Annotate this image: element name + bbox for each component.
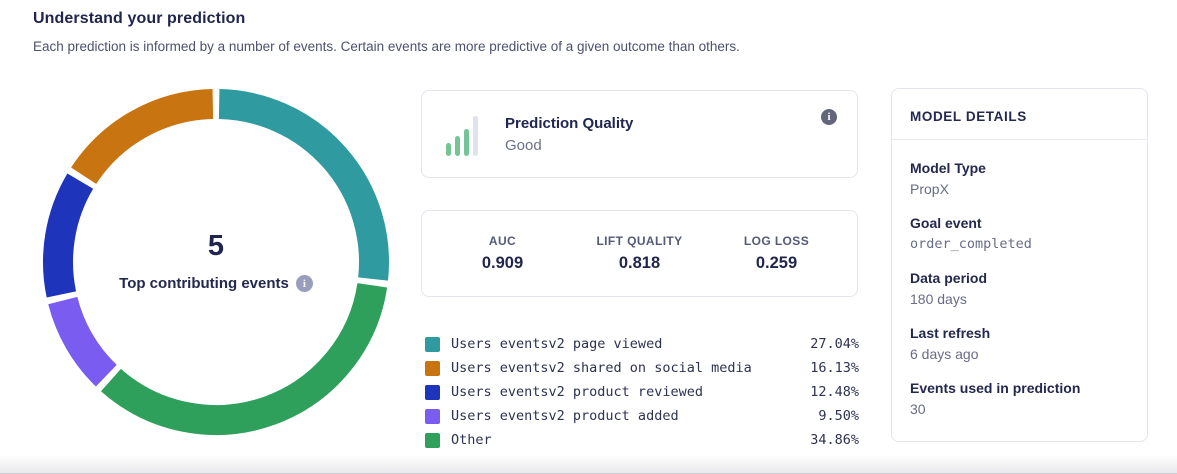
field-value: 30 [910, 401, 1129, 417]
top-contributing-events-donut-chart[interactable]: 5 Top contributing events i [40, 86, 392, 438]
legend-swatch [425, 409, 440, 424]
field-value: 180 days [910, 291, 1129, 307]
chart-legend: Users eventsv2 page viewed 27.04% Users … [421, 332, 859, 452]
legend-value: 16.13% [810, 360, 859, 376]
metric-label: AUC [434, 234, 571, 248]
field-value: order_completed [910, 236, 1129, 252]
legend-value: 12.48% [810, 384, 859, 400]
legend-label: Users eventsv2 shared on social media [451, 360, 810, 376]
field-label: Last refresh [910, 325, 1129, 341]
legend-item-product-added: Users eventsv2 product added 9.50% [421, 404, 859, 428]
field-label: Events used in prediction [910, 380, 1129, 396]
legend-label: Users eventsv2 product reviewed [451, 384, 810, 400]
donut-chart-svg[interactable] [40, 86, 392, 438]
field-model-type: Model Type PropX [910, 160, 1129, 197]
field-label: Model Type [910, 160, 1129, 176]
prediction-quality-value: Good [505, 137, 821, 154]
model-details-panel: MODEL DETAILS Model Type PropX Goal even… [891, 88, 1148, 442]
legend-swatch [425, 361, 440, 376]
legend-item-product-reviewed: Users eventsv2 product reviewed 12.48% [421, 380, 859, 404]
donut-segment[interactable] [84, 104, 213, 176]
info-icon[interactable]: i [821, 109, 837, 125]
legend-item-page-viewed: Users eventsv2 page viewed 27.04% [421, 332, 859, 356]
legend-label: Users eventsv2 product added [451, 408, 810, 424]
prediction-quality-text: Prediction Quality Good [505, 115, 821, 154]
field-label: Goal event [910, 215, 1129, 231]
legend-label: Users eventsv2 page viewed [451, 336, 810, 352]
field-value: 6 days ago [910, 346, 1129, 362]
donut-segment[interactable] [63, 301, 107, 376]
legend-value: 27.04% [810, 336, 859, 352]
metric-auc: AUC 0.909 [434, 234, 571, 273]
metric-value: 0.909 [434, 254, 571, 273]
donut-segment[interactable] [58, 181, 80, 294]
metric-lift-quality: LIFT QUALITY 0.818 [571, 234, 708, 273]
metric-value: 0.818 [571, 254, 708, 273]
legend-label: Other [451, 432, 810, 448]
page-subtitle: Each prediction is informed by a number … [33, 39, 740, 54]
prediction-dashboard: Understand your prediction Each predicti… [0, 0, 1177, 474]
page-title: Understand your prediction [33, 10, 740, 28]
model-details-body: Model Type PropX Goal event order_comple… [892, 140, 1147, 437]
legend-item-shared-on-social-media: Users eventsv2 shared on social media 16… [421, 356, 859, 380]
field-label: Data period [910, 270, 1129, 286]
donut-segment[interactable] [219, 104, 374, 279]
field-last-refresh: Last refresh 6 days ago [910, 325, 1129, 362]
bar-chart-icon [446, 112, 480, 156]
legend-item-other: Other 34.86% [421, 428, 859, 452]
metric-label: LOG LOSS [708, 234, 845, 248]
field-events-used: Events used in prediction 30 [910, 380, 1129, 417]
model-details-header: MODEL DETAILS [892, 89, 1147, 140]
bottom-fade-divider [0, 455, 1177, 474]
legend-value: 34.86% [810, 432, 859, 448]
page-header: Understand your prediction Each predicti… [33, 10, 740, 54]
metric-log-loss: LOG LOSS 0.259 [708, 234, 845, 273]
donut-segment[interactable] [111, 285, 372, 420]
legend-swatch [425, 385, 440, 400]
field-data-period: Data period 180 days [910, 270, 1129, 307]
field-goal-event: Goal event order_completed [910, 215, 1129, 252]
legend-value: 9.50% [810, 408, 859, 424]
model-metrics-card: AUC 0.909 LIFT QUALITY 0.818 LOG LOSS 0.… [421, 210, 858, 297]
field-value: PropX [910, 181, 1129, 197]
prediction-quality-title: Prediction Quality [505, 115, 821, 132]
metric-value: 0.259 [708, 254, 845, 273]
info-icon[interactable]: i [296, 275, 313, 292]
prediction-quality-card: Prediction Quality Good i [421, 90, 858, 178]
legend-swatch [425, 433, 440, 448]
legend-swatch [425, 337, 440, 352]
metric-label: LIFT QUALITY [571, 234, 708, 248]
